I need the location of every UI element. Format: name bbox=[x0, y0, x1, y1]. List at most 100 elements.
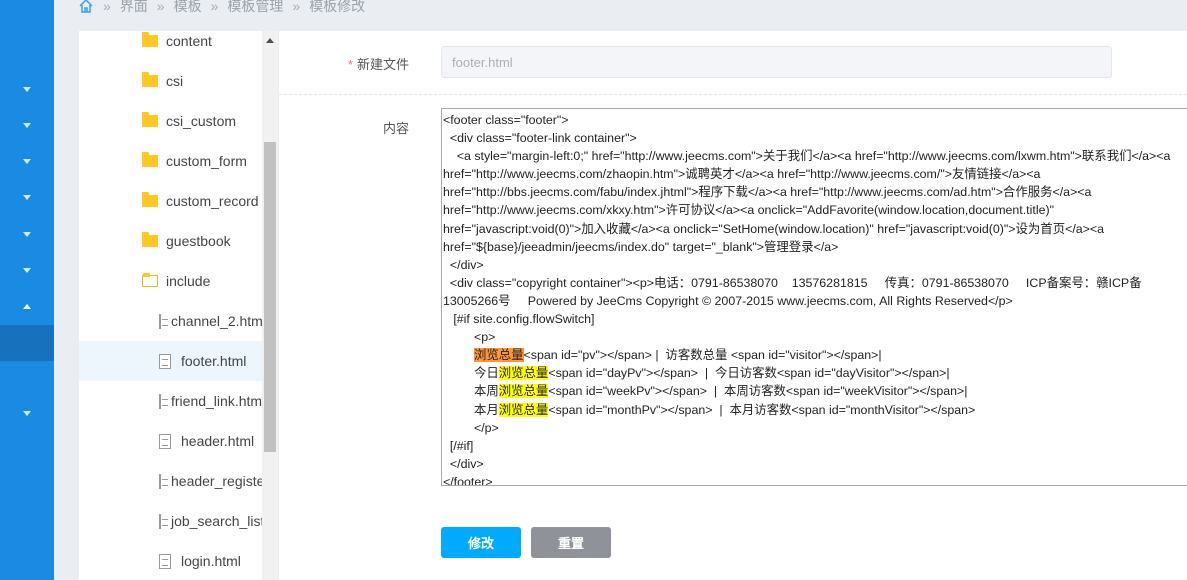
scrollbar-thumb[interactable] bbox=[264, 142, 276, 452]
code-line: [#if site.config.flowSwitch] bbox=[443, 310, 1187, 328]
home-icon[interactable] bbox=[78, 0, 94, 14]
folder-icon bbox=[142, 232, 158, 247]
code-text: href="javascript:void(0)">加入收藏</a><a onc… bbox=[443, 221, 1105, 236]
folder-icon bbox=[142, 72, 158, 87]
code-line: </div> bbox=[443, 455, 1187, 473]
tree-node[interactable]: custom_record bbox=[79, 181, 262, 221]
breadcrumb-item[interactable]: 模板管理 bbox=[227, 0, 283, 16]
code-line: href="http://www.jeecms.com/xkxy.htm">许可… bbox=[443, 201, 1187, 219]
tree-node-label: custom_record bbox=[166, 193, 259, 209]
chevron-down-icon bbox=[23, 159, 31, 164]
code-text: <p> bbox=[443, 330, 496, 345]
folder-open-icon bbox=[142, 273, 158, 287]
folder-icon bbox=[142, 152, 158, 167]
nav-item-7[interactable] bbox=[0, 289, 54, 325]
tree-node-label: content bbox=[166, 33, 212, 49]
code-line: href="javascript:void(0)">加入收藏</a><a onc… bbox=[443, 220, 1187, 238]
nav-item-5[interactable] bbox=[0, 217, 54, 253]
tree-node-label: guestbook bbox=[166, 233, 231, 249]
tree-node-label: channel_2.html bbox=[171, 313, 262, 329]
chevron-down-icon bbox=[23, 268, 31, 273]
code-line: </p> bbox=[443, 419, 1187, 437]
code-text: <footer class="footer"> bbox=[443, 113, 569, 127]
code-text: <div class="footer-link container"> bbox=[443, 131, 637, 146]
file-icon bbox=[159, 473, 168, 489]
submit-button[interactable]: 修改 bbox=[441, 527, 521, 558]
search-highlight: 浏览总量 bbox=[473, 348, 524, 363]
code-line: <p> bbox=[443, 328, 1187, 346]
code-line: 本月浏览总量<span id="monthPv"></span> | 本月访客数… bbox=[443, 401, 1187, 419]
chevron-down-icon bbox=[23, 87, 31, 92]
code-text: href="http://www.jeecms.com/zhaopin.htm"… bbox=[443, 167, 1041, 182]
code-text: <a style="margin-left:0;" href="http://w… bbox=[443, 149, 1171, 164]
nav-item-2[interactable] bbox=[0, 108, 54, 144]
content-textarea[interactable]: <footer class="footer"> <div class="foot… bbox=[441, 108, 1187, 486]
tree-node-label: login.html bbox=[181, 553, 241, 569]
code-line: <footer class="footer"> bbox=[443, 111, 1187, 129]
tree-node[interactable]: login.html bbox=[79, 541, 262, 580]
reset-button[interactable]: 重置 bbox=[531, 527, 611, 558]
tree-node-label: friend_link.html bbox=[171, 393, 262, 409]
code-text: <span id="dayPv"></span> | 今日访客数<span id… bbox=[548, 366, 950, 381]
tree-node[interactable]: footer.html bbox=[79, 341, 262, 381]
code-text: 今日 bbox=[443, 366, 499, 381]
tree-node[interactable]: csi bbox=[79, 61, 262, 101]
code-line: href="http://bbs.jeecms.com/fabu/index.j… bbox=[443, 183, 1187, 201]
code-text: <span id="weekPv"></span> | 本周访客数<span i… bbox=[548, 384, 968, 399]
tree-node[interactable]: custom_form bbox=[79, 141, 262, 181]
code-text: href="http://www.jeecms.com/xkxy.htm">许可… bbox=[443, 203, 1054, 218]
code-line: <a style="margin-left:0;" href="http://w… bbox=[443, 147, 1187, 165]
code-line: </div> bbox=[443, 256, 1187, 274]
code-line: 本周浏览总量<span id="weekPv"></span> | 本周访客数<… bbox=[443, 382, 1187, 400]
code-line: href="http://www.jeecms.com/zhaopin.htm"… bbox=[443, 165, 1187, 183]
code-text: 本月 bbox=[443, 402, 499, 417]
code-text: [/#if] bbox=[443, 438, 474, 453]
code-text: <span id="monthPv"></span> | 本月访客数<span … bbox=[548, 402, 976, 417]
code-text: </footer> bbox=[443, 474, 493, 486]
separator-icon: » bbox=[210, 0, 219, 14]
code-line: <div class="copyright container"><p>电话：0… bbox=[443, 274, 1187, 292]
nav-item-1[interactable] bbox=[0, 72, 54, 108]
file-icon bbox=[159, 553, 171, 569]
separator-icon: » bbox=[292, 0, 301, 14]
tree-node[interactable]: channel_2.html bbox=[79, 301, 262, 341]
tree-node[interactable]: csi_custom bbox=[79, 101, 262, 141]
folder-icon bbox=[142, 112, 158, 127]
nav-item-8[interactable] bbox=[0, 396, 54, 432]
chevron-down-icon bbox=[23, 123, 31, 128]
file-icon bbox=[159, 513, 168, 529]
nav-item-4[interactable] bbox=[0, 180, 54, 216]
tree-node[interactable]: content bbox=[79, 31, 262, 61]
tree-node-label: csi_custom bbox=[166, 113, 237, 129]
tree-node[interactable]: job_search_list.html bbox=[79, 501, 262, 541]
breadcrumb: » 界面 » 模板 » 模板管理 » 模板修改 bbox=[78, 0, 365, 16]
filename-input[interactable]: footer.html bbox=[441, 46, 1112, 78]
tree-node-label: include bbox=[166, 273, 211, 289]
tree-node-label: header_register.html bbox=[171, 473, 262, 489]
scroll-up-icon[interactable] bbox=[266, 38, 274, 43]
code-text: href="${base}/jeeadmin/jeecms/index.do" … bbox=[443, 239, 839, 254]
nav-subitem-active[interactable] bbox=[0, 325, 54, 361]
breadcrumb-item[interactable]: 模板 bbox=[174, 0, 202, 16]
tree-node-label: header.html bbox=[181, 433, 255, 449]
file-tree: content csi csi_custom custom_form custom_re… bbox=[79, 31, 278, 580]
tree-node[interactable]: header.html bbox=[79, 421, 262, 461]
tree-node[interactable]: friend_link.html bbox=[79, 381, 262, 421]
search-highlight: 浏览总量 bbox=[498, 402, 549, 417]
tree-node[interactable]: header_register.html bbox=[79, 461, 262, 501]
tree-node[interactable]: include bbox=[79, 261, 262, 301]
folder-icon bbox=[142, 32, 158, 47]
tree-node-label: custom_form bbox=[166, 153, 247, 169]
tree-node-label: footer.html bbox=[181, 353, 247, 369]
code-text: [#if site.config.flowSwitch] bbox=[443, 312, 595, 327]
breadcrumb-item[interactable]: 界面 bbox=[120, 0, 148, 16]
tree-scrollbar[interactable] bbox=[262, 31, 278, 580]
tree-node[interactable]: guestbook bbox=[79, 221, 262, 261]
code-text: 本周 bbox=[443, 384, 499, 399]
code-line: [/#if] bbox=[443, 437, 1187, 455]
nav-item-6[interactable] bbox=[0, 253, 54, 289]
file-icon bbox=[159, 433, 171, 449]
file-icon bbox=[159, 393, 168, 409]
nav-item-3[interactable] bbox=[0, 144, 54, 180]
